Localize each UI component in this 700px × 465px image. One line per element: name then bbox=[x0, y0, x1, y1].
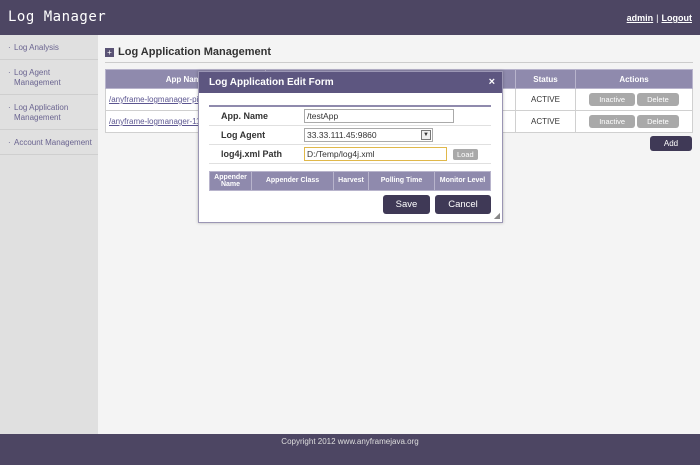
form-cell: /testApp bbox=[304, 105, 491, 126]
app-name-input[interactable]: /testApp bbox=[304, 108, 454, 123]
sidebar-item-log-analysis[interactable]: · Log Analysis bbox=[0, 35, 98, 60]
log-agent-label: Log Agent bbox=[209, 124, 304, 145]
edit-form-dialog: Log Application Edit Form × App. Name /t… bbox=[198, 71, 503, 223]
chevron-down-icon[interactable]: ▼ bbox=[421, 129, 431, 140]
logout-link[interactable]: Logout bbox=[662, 13, 693, 23]
log4j-path-label: log4j.xml Path bbox=[209, 143, 304, 164]
divider bbox=[105, 62, 693, 63]
column-header-appender-class: Appender Class bbox=[251, 171, 334, 191]
appender-header-row: Appender Name Appender Class Harvest Pol… bbox=[209, 171, 491, 191]
edit-form: App. Name /testApp Log Agent 33.33.111.4… bbox=[209, 105, 491, 164]
form-cell: D:/Temp/log4j.xml Load bbox=[304, 144, 491, 164]
sidebar-item-log-application[interactable]: · Log Application Management bbox=[0, 95, 98, 130]
actions-cell: Inactive Delete bbox=[575, 88, 693, 111]
add-button[interactable]: Add bbox=[650, 136, 692, 151]
top-header: Log Manager admin | Logout bbox=[0, 0, 700, 35]
column-header-appender-name: Appender Name bbox=[209, 171, 252, 191]
separator: | bbox=[656, 13, 659, 23]
column-header-status[interactable]: Status bbox=[515, 69, 576, 89]
inactive-button[interactable]: Inactive bbox=[589, 93, 636, 106]
delete-button[interactable]: Delete bbox=[637, 93, 679, 106]
user-links: admin | Logout bbox=[627, 13, 692, 23]
sidebar-item-log-agent[interactable]: · Log Agent Management bbox=[0, 60, 98, 95]
appender-table: Appender Name Appender Class Harvest Pol… bbox=[209, 171, 491, 191]
log-agent-select[interactable]: 33.33.111.45:9860 ▼ bbox=[304, 127, 433, 142]
sidebar-item-label: Log Analysis bbox=[14, 43, 59, 52]
status-cell: ACTIVE bbox=[515, 88, 576, 111]
inactive-button[interactable]: Inactive bbox=[589, 115, 636, 128]
form-row-app-name: App. Name /testApp bbox=[209, 105, 491, 126]
delete-button[interactable]: Delete bbox=[637, 115, 679, 128]
page-header: + Log Application Management bbox=[105, 46, 271, 58]
sidebar-item-account[interactable]: · Account Management bbox=[0, 130, 98, 155]
status-cell: ACTIVE bbox=[515, 110, 576, 133]
sidebar-item-label: Log Agent Management bbox=[14, 68, 61, 87]
admin-link[interactable]: admin bbox=[627, 13, 654, 23]
column-header-harvest: Harvest bbox=[333, 171, 369, 191]
column-header-actions: Actions bbox=[575, 69, 693, 89]
copyright-text: Copyright 2012 www.anyframejava.org bbox=[281, 437, 419, 446]
save-button[interactable]: Save bbox=[383, 195, 430, 214]
load-button[interactable]: Load bbox=[453, 148, 478, 160]
page-title: Log Application Management bbox=[118, 46, 271, 58]
sidebar: · Log Analysis · Log Agent Management · Log… bbox=[0, 35, 98, 434]
sidebar-item-label: Log Application Management bbox=[14, 103, 69, 122]
column-header-polling-time: Polling Time bbox=[368, 171, 435, 191]
plus-icon: + bbox=[105, 47, 114, 57]
form-row-log4j-path: log4j.xml Path D:/Temp/log4j.xml Load bbox=[209, 143, 491, 164]
app-title: Log Manager bbox=[8, 9, 107, 25]
app-name-label: App. Name bbox=[209, 105, 304, 126]
column-header-monitor-level: Monitor Level bbox=[434, 171, 491, 191]
log-agent-value: 33.33.111.45:9860 bbox=[307, 129, 377, 140]
dialog-title: Log Application Edit Form bbox=[209, 77, 334, 88]
footer: Copyright 2012 www.anyframejava.org bbox=[0, 434, 700, 465]
sidebar-item-label: Account Management bbox=[14, 138, 92, 147]
log4j-path-input[interactable]: D:/Temp/log4j.xml bbox=[304, 146, 447, 161]
form-row-log-agent: Log Agent 33.33.111.45:9860 ▼ bbox=[209, 124, 491, 145]
actions-cell: Inactive Delete bbox=[575, 110, 693, 133]
dialog-title-bar[interactable]: Log Application Edit Form × bbox=[199, 72, 502, 93]
cancel-button[interactable]: Cancel bbox=[435, 195, 491, 214]
close-icon[interactable]: × bbox=[489, 72, 495, 93]
resize-handle-icon[interactable]: ◢ bbox=[494, 211, 500, 220]
form-cell: 33.33.111.45:9860 ▼ bbox=[304, 125, 491, 145]
